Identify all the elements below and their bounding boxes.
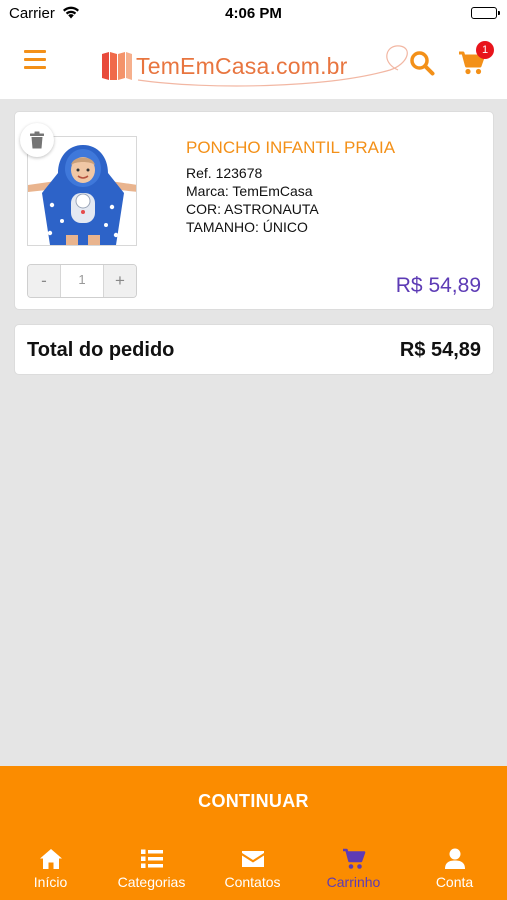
tab-label: Início xyxy=(33,874,68,890)
menu-icon xyxy=(24,50,46,53)
quantity-value[interactable]: 1 xyxy=(61,265,103,297)
trash-icon xyxy=(30,131,44,149)
increase-quantity-button[interactable]: + xyxy=(103,265,136,297)
list-icon xyxy=(140,849,163,868)
envelope-icon xyxy=(241,851,264,867)
status-bar: Carrier 4:06 PM xyxy=(0,0,507,26)
product-ref: Ref. 123678 xyxy=(186,165,263,181)
tab-label: Contatos xyxy=(224,874,281,890)
continue-button[interactable]: CONTINUAR xyxy=(0,766,507,832)
logo-text: TemEmCasa.com.br xyxy=(136,53,348,79)
product-brand: Marca: TemEmCasa xyxy=(186,183,313,199)
product-name[interactable]: PONCHO INFANTIL PRAIA xyxy=(186,138,395,158)
search-icon xyxy=(410,51,435,76)
item-price: R$ 54,89 xyxy=(395,274,481,297)
quantity-stepper: - 1 + xyxy=(27,264,137,298)
tab-conta[interactable]: Conta xyxy=(404,832,505,900)
tab-label: Conta xyxy=(435,874,474,890)
menu-button[interactable] xyxy=(24,50,52,74)
tab-carrinho[interactable]: Carrinho xyxy=(303,832,404,900)
battery-icon xyxy=(471,7,500,19)
tab-label: Carrinho xyxy=(326,874,381,890)
search-button[interactable] xyxy=(409,50,435,76)
decrease-quantity-button[interactable]: - xyxy=(28,265,61,297)
order-total-card: Total do pedido R$ 54,89 xyxy=(14,324,494,375)
logo-flags-icon xyxy=(102,52,132,80)
cart-count-badge: 1 xyxy=(476,41,494,59)
home-icon xyxy=(39,849,62,869)
product-color: COR: ASTRONAUTA xyxy=(186,201,319,217)
cart-item-card: PONCHO INFANTIL PRAIA Ref. 123678 Marca:… xyxy=(14,111,494,310)
logo[interactable]: TemEmCasa.com.br xyxy=(98,40,408,88)
order-total-label: Total do pedido xyxy=(27,339,175,361)
tab-inicio[interactable]: Início xyxy=(0,832,101,900)
status-time: 4:06 PM xyxy=(225,5,282,22)
cart-icon xyxy=(342,848,365,869)
product-size: TAMANHO: ÚNICO xyxy=(186,219,308,235)
user-icon xyxy=(444,848,465,869)
app-header: TemEmCasa.com.br 1 xyxy=(0,26,507,99)
tab-contatos[interactable]: Contatos xyxy=(202,832,303,900)
order-total-value: R$ 54,89 xyxy=(399,339,481,361)
tab-label: Categorias xyxy=(117,874,186,890)
continue-label: CONTINUAR xyxy=(198,791,309,811)
tab-categorias[interactable]: Categorias xyxy=(101,832,202,900)
bottom-tab-bar: Início Categorias Contatos Carrinho Cont… xyxy=(0,832,507,900)
remove-item-button[interactable] xyxy=(20,123,54,157)
